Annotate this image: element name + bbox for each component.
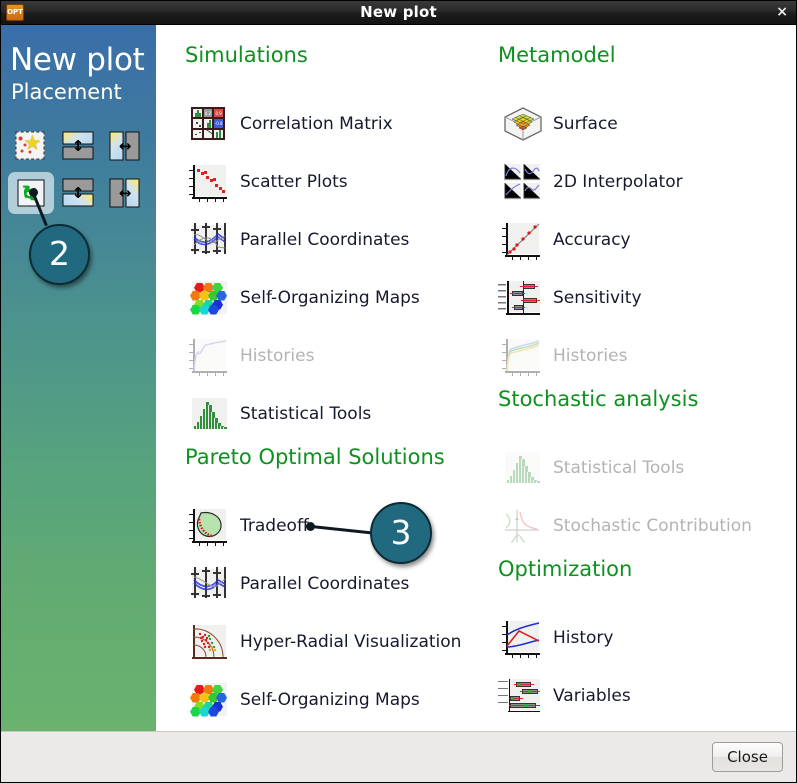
split-above-icon: ↕	[62, 178, 95, 209]
self-organizing-maps-icon	[185, 681, 227, 719]
scatter-plots-icon	[185, 163, 227, 202]
statistical-tools-icon	[185, 395, 227, 433]
correlation-matrix-icon: 0.2 0.9 -0.8	[185, 105, 227, 143]
optimization-history-item[interactable]: History	[498, 617, 788, 659]
footer-bar: Close	[0, 731, 797, 782]
surface-item[interactable]: Surface	[498, 103, 788, 145]
item-label: Accuracy	[553, 230, 631, 250]
surface-icon	[498, 105, 542, 143]
scatter-plots-item[interactable]: Scatter Plots	[185, 161, 485, 203]
item-label: 2D Interpolator	[553, 172, 683, 192]
statistical-tools-item[interactable]: Statistical Tools	[185, 393, 485, 435]
optimization-variables-item[interactable]: Variables	[498, 675, 788, 717]
pareto-parallel-coordinates-item[interactable]: Parallel Coordinates	[185, 563, 485, 605]
section-heading-stochastic: Stochastic analysis	[498, 387, 699, 411]
parallel-coordinates-item[interactable]: Parallel Coordinates	[185, 219, 485, 261]
item-label: Statistical Tools	[553, 458, 685, 478]
section-heading-simulations: Simulations	[185, 43, 308, 67]
sensitivity-item[interactable]: Sensitivity	[498, 277, 788, 319]
placement-new-window-button[interactable]: ★	[8, 125, 54, 167]
split-right-icon: ↔	[109, 131, 142, 162]
plot-type-panel: Simulations 0.2 0.9 -0.8 Correlation Mat…	[156, 25, 797, 731]
self-organizing-maps-item[interactable]: Self-Organizing Maps	[185, 277, 485, 319]
new-window-icon: ★	[15, 131, 48, 162]
split-below-icon: ↕	[62, 131, 95, 162]
item-label: Correlation Matrix	[240, 114, 393, 134]
sidebar-subtitle: Placement	[11, 80, 122, 104]
item-label: Scatter Plots	[240, 172, 348, 192]
placement-split-below-button[interactable]: ↕	[55, 125, 101, 167]
parallel-coordinates-icon	[185, 565, 227, 603]
self-organizing-maps-icon	[185, 279, 227, 317]
accuracy-item[interactable]: Accuracy	[498, 219, 788, 261]
sidebar: New plot Placement ★ ↕ ↔ ↕ ↔ 2	[0, 25, 156, 731]
item-label: Hyper-Radial Visualization	[240, 632, 462, 652]
stochastic-statistical-tools-item: Statistical Tools	[498, 447, 788, 489]
item-label: Surface	[553, 114, 618, 134]
item-label: Stochastic Contribution	[553, 516, 752, 536]
placement-split-above-button[interactable]: ↕	[55, 172, 101, 214]
item-label: Parallel Coordinates	[240, 230, 410, 250]
item-label: Variables	[553, 686, 631, 706]
optimization-variables-icon	[498, 677, 540, 715]
placement-split-left-button[interactable]: ↔	[102, 172, 148, 214]
item-label: Self-Organizing Maps	[240, 288, 420, 308]
annotation-3-bubble: 3	[370, 502, 432, 564]
item-label: Histories	[553, 346, 628, 366]
window-title: New plot	[360, 3, 437, 21]
hyper-radial-visualization-item[interactable]: Hyper-Radial Visualization	[185, 621, 485, 663]
close-button[interactable]: Close	[712, 742, 783, 772]
stochastic-contribution-item: Stochastic Contribution	[498, 505, 788, 547]
hyper-radial-icon	[185, 623, 227, 661]
close-window-icon[interactable]: ×	[776, 0, 788, 25]
stochastic-contribution-icon	[498, 507, 540, 545]
optimization-history-icon	[498, 619, 540, 658]
sidebar-title: New plot	[10, 42, 145, 78]
item-label: Parallel Coordinates	[240, 574, 410, 594]
item-label: Tradeoff	[240, 516, 309, 536]
parallel-coordinates-icon	[185, 221, 227, 259]
section-heading-optimization: Optimization	[498, 557, 633, 581]
item-label: History	[553, 628, 614, 648]
statistical-tools-icon	[498, 449, 540, 487]
histories-item: Histories	[185, 335, 485, 377]
accuracy-icon	[498, 221, 540, 260]
metamodel-histories-item: Histories	[498, 335, 788, 377]
item-label: Self-Organizing Maps	[240, 690, 420, 710]
placement-split-right-button[interactable]: ↔	[102, 125, 148, 167]
item-label: Sensitivity	[553, 288, 642, 308]
sensitivity-icon	[498, 279, 540, 317]
item-label: Histories	[240, 346, 315, 366]
section-heading-pareto: Pareto Optimal Solutions	[185, 445, 445, 469]
pareto-self-organizing-maps-item[interactable]: Self-Organizing Maps	[185, 679, 485, 721]
item-label: Statistical Tools	[240, 404, 372, 424]
title-bar: OPT New plot ×	[0, 0, 797, 25]
interpolator-2d-item[interactable]: 2D Interpolator	[498, 161, 788, 203]
section-heading-metamodel: Metamodel	[498, 43, 616, 67]
tradeoff-icon	[185, 507, 227, 546]
split-left-icon: ↔	[109, 178, 142, 209]
annotation-2-bubble: 2	[29, 224, 90, 285]
new-plot-dialog: OPT New plot × New plot Placement ★ ↕ ↔ …	[0, 0, 797, 783]
histories-icon	[498, 337, 540, 376]
interpolator-2d-icon	[498, 163, 540, 201]
dialog-body: New plot Placement ★ ↕ ↔ ↕ ↔ 2 Simulatio…	[0, 25, 797, 782]
histories-icon	[185, 337, 227, 376]
tradeoff-item[interactable]: Tradeoff	[185, 505, 485, 547]
correlation-matrix-item[interactable]: 0.2 0.9 -0.8 Correlation Matrix	[185, 103, 485, 145]
